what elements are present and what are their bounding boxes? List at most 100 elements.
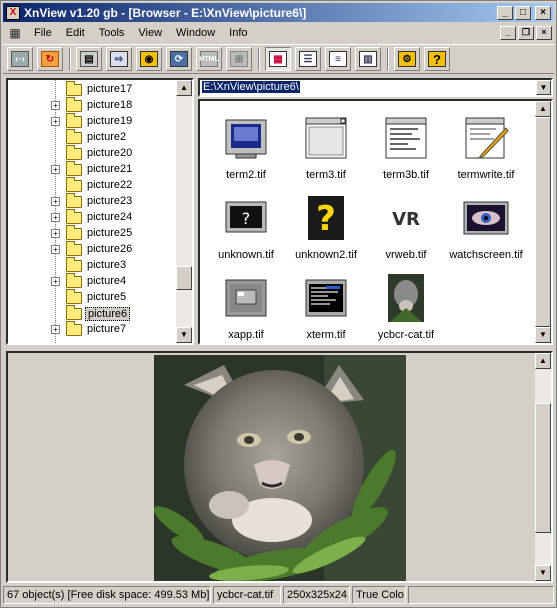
tree-item[interactable]: + picture24 [8, 209, 178, 226]
expand-plus-icon[interactable]: + [51, 325, 60, 334]
thumbnail-item[interactable]: ycbcr-cat.tif [366, 273, 446, 343]
thumbnail-caption: watchscreen.tif [449, 249, 523, 261]
tree-item[interactable]: + picture26 [8, 241, 178, 258]
tree-vertical-scrollbar[interactable]: ▲ ▼ [176, 80, 192, 343]
child-restore-button[interactable]: ❐ [518, 26, 534, 40]
web-button[interactable]: ⊞ [226, 47, 252, 71]
thumbnail-item[interactable]: ? unknown2.tif [286, 193, 366, 273]
status-filename: ycbcr-cat.tif [213, 586, 281, 604]
capture-button[interactable]: ◉ [136, 47, 162, 71]
title-bar[interactable]: X XnView v1.20 gb - [Browser - E:\XnView… [3, 3, 554, 22]
folder-icon [66, 129, 82, 144]
expand-plus-icon[interactable]: + [51, 213, 60, 222]
menu-edit[interactable]: Edit [59, 27, 92, 39]
browser-scroll-thumb[interactable] [535, 117, 551, 327]
tree-item[interactable]: picture22 [8, 177, 178, 194]
chevron-down-icon[interactable]: ▼ [536, 80, 551, 95]
folder-icon [66, 193, 82, 208]
tree-item[interactable]: picture2 [8, 129, 178, 146]
tree-item[interactable]: + picture25 [8, 225, 178, 242]
thumbnail-item[interactable]: watchscreen.tif [446, 193, 526, 273]
thumbnail-item[interactable]: term3.tif [286, 113, 366, 193]
tree-item[interactable]: + picture18 [8, 97, 178, 114]
thumbnail-item[interactable]: term2.tif [206, 113, 286, 193]
folder-icon [66, 97, 82, 112]
thumbnail-caption: vrweb.tif [385, 249, 427, 261]
watchscreen-thumbnail [461, 193, 511, 243]
menu-view[interactable]: View [131, 27, 169, 39]
report-view-icon: ▥ [359, 51, 377, 67]
expand-plus-icon[interactable]: + [51, 101, 60, 110]
tree-item[interactable]: picture5 [8, 289, 178, 306]
minimize-button[interactable]: _ [497, 5, 513, 20]
expand-plus-icon[interactable]: + [51, 197, 60, 206]
tree-item[interactable]: + picture4 [8, 273, 178, 290]
tree-item-label: picture7 [87, 323, 127, 335]
document-icon[interactable]: ▦ [7, 25, 23, 41]
expand-plus-icon[interactable]: + [51, 277, 60, 286]
folder-tree[interactable]: picture17 + picture18 + picture19 picture2 pic… [6, 78, 194, 345]
thumbnail-caption: termwrite.tif [457, 169, 515, 181]
scroll-up-arrow-icon[interactable]: ▲ [535, 101, 551, 117]
menu-window[interactable]: Window [169, 27, 222, 39]
tree-item[interactable]: + picture7 [8, 321, 178, 338]
thumbnail-item[interactable]: xterm.tif [286, 273, 366, 343]
tree-item[interactable]: + picture19 [8, 113, 178, 130]
scroll-down-arrow-icon[interactable]: ▼ [176, 327, 192, 343]
scroll-up-arrow-icon[interactable]: ▲ [176, 80, 192, 96]
report-view-button[interactable]: ▥ [355, 47, 381, 71]
preview-vertical-scrollbar[interactable]: ▲ ▼ [535, 353, 551, 581]
list-view-button[interactable]: ≡ [325, 47, 351, 71]
tree-item[interactable]: picture6 [8, 305, 178, 322]
tree-item[interactable]: picture20 [8, 145, 178, 162]
print-icon: ▤ [80, 51, 98, 67]
expand-plus-icon[interactable]: + [51, 245, 60, 254]
help-button[interactable]: ? [424, 47, 450, 71]
thumbnail-item[interactable]: ? unknown.tif [206, 193, 286, 273]
back-button[interactable]: ‹·› [7, 47, 33, 71]
path-combobox[interactable]: E:\XnView\picture6\ ▼ [198, 78, 553, 97]
thumbnail-caption: term2.tif [226, 169, 266, 181]
tree-item[interactable]: + picture21 [8, 161, 178, 178]
thumbnail-browser[interactable]: term2.tif term3.tif term3b.tif termwrite… [198, 99, 553, 345]
child-minimize-button[interactable]: _ [500, 26, 516, 40]
menu-tools[interactable]: Tools [92, 27, 132, 39]
child-close-button[interactable]: × [536, 26, 552, 40]
expand-plus-icon[interactable]: + [51, 165, 60, 174]
scroll-down-arrow-icon[interactable]: ▼ [535, 565, 551, 581]
image-preview-pane[interactable]: ▲ ▼ [6, 351, 553, 583]
thumbnail-item[interactable]: termwrite.tif [446, 113, 526, 193]
thumbnail-caption: unknown2.tif [295, 249, 357, 261]
thumbnail-item[interactable]: term3b.tif [366, 113, 446, 193]
tree-scroll-thumb[interactable] [176, 266, 192, 290]
scroll-up-arrow-icon[interactable]: ▲ [535, 353, 551, 369]
toolbar-separator [69, 48, 71, 70]
cougar-thumbnail [381, 273, 431, 323]
refresh-button[interactable]: ↻ [37, 47, 63, 71]
expand-plus-icon[interactable]: + [51, 229, 60, 238]
menu-file[interactable]: File [27, 27, 59, 39]
convert-button[interactable]: ⟳ [166, 47, 192, 71]
tree-item[interactable]: picture17 [8, 81, 178, 98]
close-button[interactable]: × [535, 5, 551, 20]
settings-button[interactable]: ⚙ [394, 47, 420, 71]
maximize-button[interactable]: □ [515, 5, 531, 20]
menu-info[interactable]: Info [222, 27, 254, 39]
tree-item-label: picture25 [87, 227, 133, 239]
expand-plus-icon[interactable]: + [51, 117, 60, 126]
scroll-down-arrow-icon[interactable]: ▼ [535, 327, 551, 343]
details-view-button[interactable]: ☰ [295, 47, 321, 71]
unknown2-thumbnail: ? [301, 193, 351, 243]
html-button[interactable]: HTML [196, 47, 222, 71]
preview-scroll-thumb[interactable] [535, 403, 551, 533]
thumbnail-item[interactable]: xapp.tif [206, 273, 286, 343]
tree-item-label: picture20 [87, 147, 133, 159]
scan-button[interactable]: ⇨ [106, 47, 132, 71]
tree-item[interactable]: picture3 [8, 257, 178, 274]
path-input[interactable]: E:\XnView\picture6\ [202, 81, 300, 93]
thumbnail-view-button[interactable]: ▦ [265, 47, 291, 71]
thumbnail-item[interactable]: VR vrweb.tif [366, 193, 446, 273]
print-button[interactable]: ▤ [76, 47, 102, 71]
tree-item[interactable]: + picture23 [8, 193, 178, 210]
browser-vertical-scrollbar[interactable]: ▲ ▼ [535, 101, 551, 343]
